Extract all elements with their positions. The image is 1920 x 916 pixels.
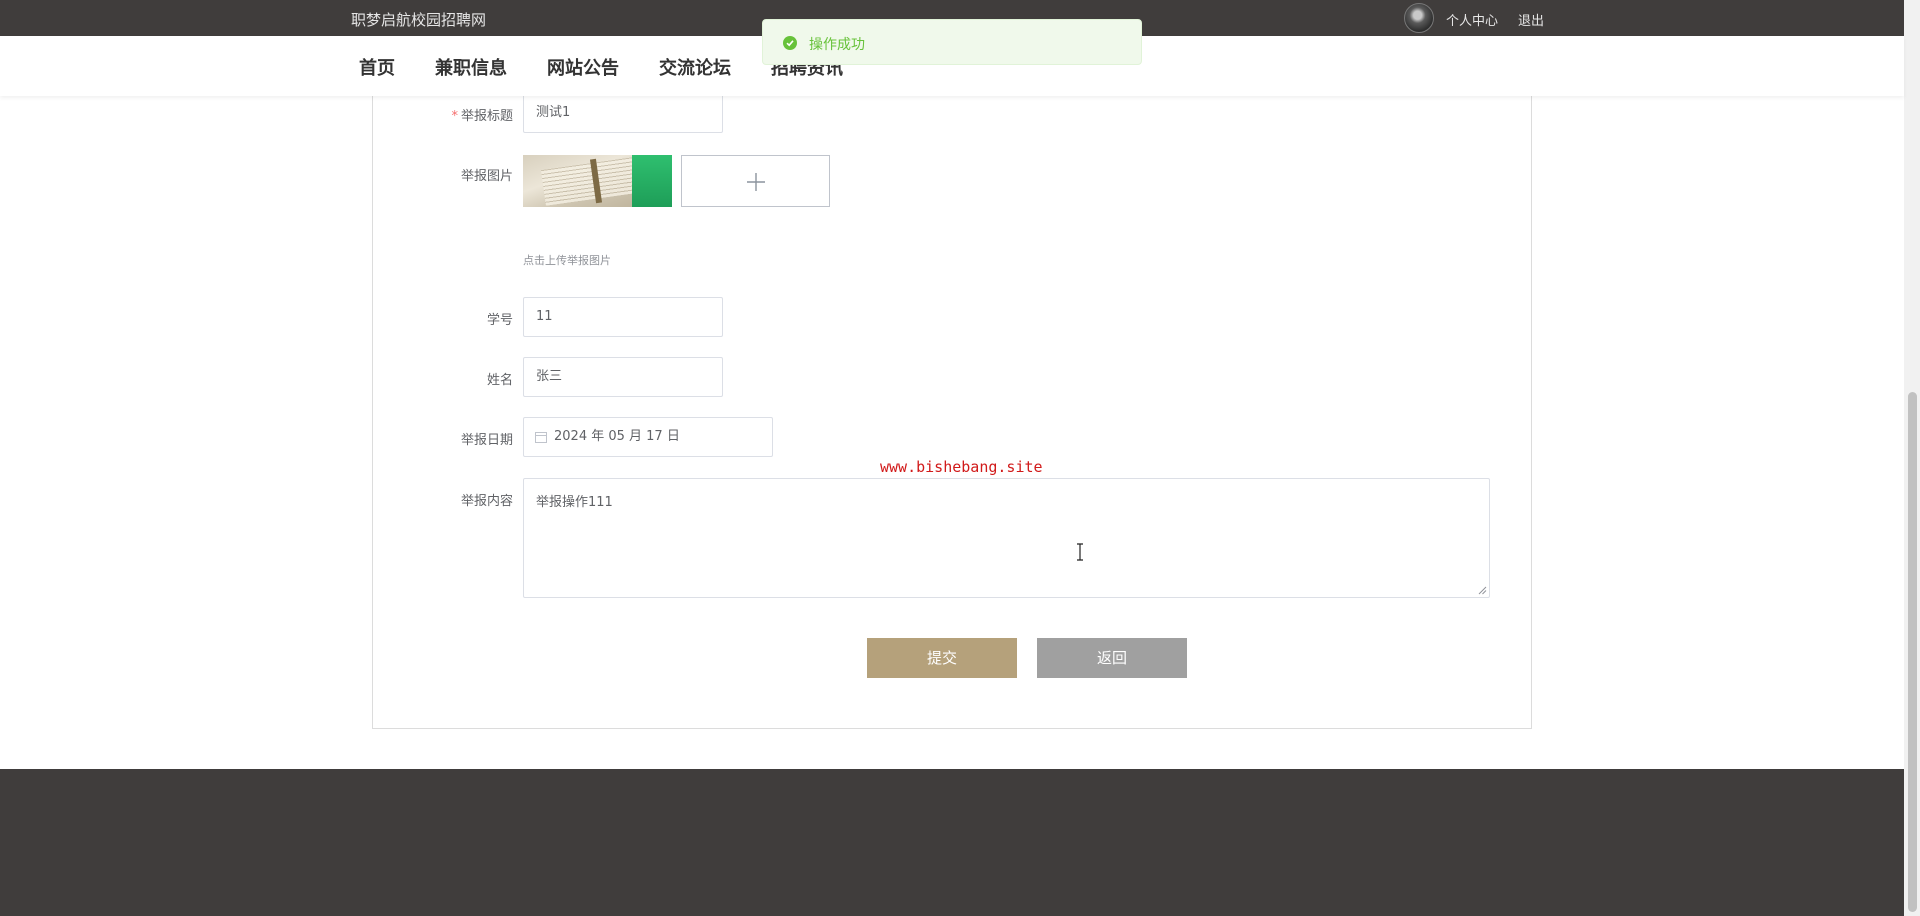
nav-item-announcements[interactable]: 网站公告 [547,54,619,80]
image-upload-button[interactable] [681,155,830,207]
check-circle-icon [783,36,797,50]
date-label: 举报日期 [460,433,513,448]
site-title[interactable]: 职梦启航校园招聘网 [351,9,486,30]
date-picker[interactable]: 2024 年 05 月 17 日 [523,417,773,457]
back-button[interactable]: 返回 [1037,638,1187,678]
date-value: 2024 年 05 月 17 日 [554,429,680,444]
plus-icon [747,173,765,191]
nav-item-parttime[interactable]: 兼职信息 [435,54,507,80]
calendar-icon [535,432,547,443]
student-id-label: 学号 [486,313,513,328]
title-input[interactable]: 测试1 [523,93,723,133]
nav-item-forum[interactable]: 交流论坛 [659,54,731,80]
content-textarea[interactable]: 举报操作111 [523,478,1490,598]
nav-item-home[interactable]: 首页 [359,54,395,80]
page-scrollbar[interactable] [1904,0,1920,916]
footer [0,769,1904,916]
watermark: www.bishebang.site [880,458,1043,476]
image-upload-hint: 点击上传举报图片 [523,254,611,267]
success-toast: 操作成功 [762,19,1142,65]
submit-button[interactable]: 提交 [867,638,1017,678]
student-id-input[interactable]: 11 [523,297,723,337]
resize-handle-icon[interactable] [1478,586,1487,595]
name-label: 姓名 [486,373,513,388]
toast-message: 操作成功 [809,37,865,53]
title-label: * 举报标题 [451,109,513,124]
scrollbar-thumb[interactable] [1908,392,1917,912]
required-mark: * [451,109,458,124]
user-avatar[interactable] [1404,3,1434,33]
name-input[interactable]: 张三 [523,357,723,397]
text-cursor-icon [1077,543,1083,561]
logout-link[interactable]: 退出 [1518,10,1544,29]
profile-link[interactable]: 个人中心 [1446,10,1498,29]
uploaded-image-thumbnail[interactable] [523,155,672,207]
content-label: 举报内容 [460,494,513,509]
image-label: 举报图片 [460,169,513,184]
content-text: 举报操作111 [536,495,613,510]
